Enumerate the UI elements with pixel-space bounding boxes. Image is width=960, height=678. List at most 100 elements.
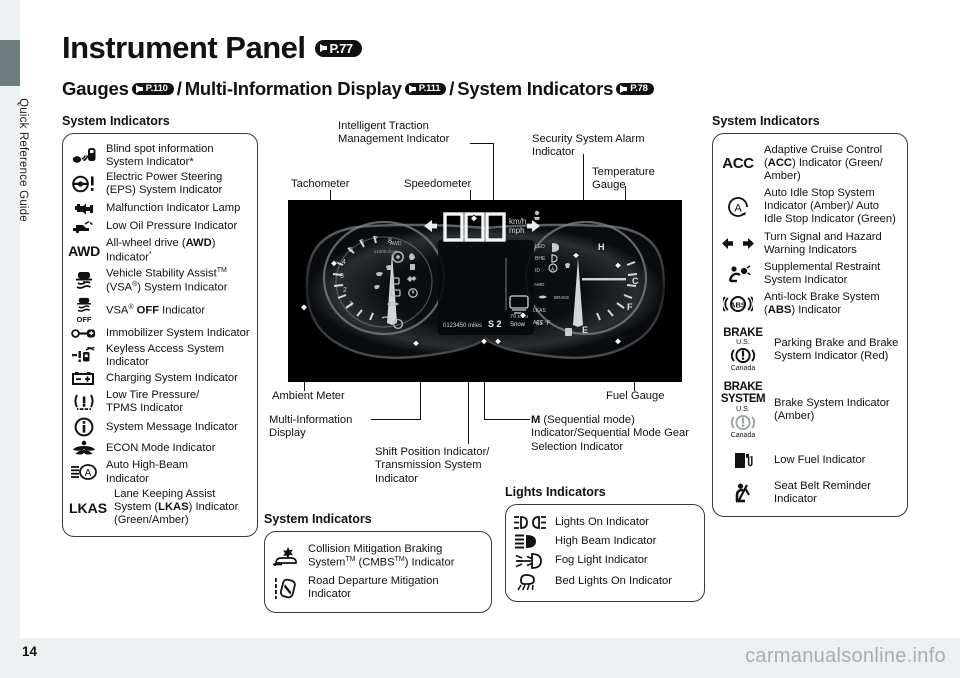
page-subtitle: Gauges P.110 / Multi-Information Display… — [62, 78, 654, 100]
indicator-label: Bed Lights On Indicator — [555, 575, 672, 588]
vsa-off-icon: OFF — [69, 297, 99, 324]
region-canada-label: Canada — [730, 431, 756, 439]
brake-system-word-label: BRAKE SYSTEM — [720, 381, 766, 405]
charging-battery-icon — [69, 371, 99, 386]
leader-line — [583, 154, 585, 201]
subtitle-sep-2: / — [449, 78, 455, 99]
bottom-system-indicators-group: System Indicators Collision Mitigation B… — [264, 512, 492, 614]
indicator-label: Parking Brake and Brake System Indicator… — [774, 336, 899, 362]
leader-line — [470, 190, 472, 201]
leader-line — [634, 382, 636, 391]
page-ref-text: P.77 — [329, 40, 354, 56]
immobilizer-key-icon — [69, 327, 99, 340]
indicator-row: Keyless Access System Indicator — [69, 343, 250, 369]
indicator-label: Blind spot information System Indicator* — [106, 142, 214, 168]
srs-airbag-icon — [719, 265, 757, 283]
callout-speedometer: Speedometer — [404, 178, 472, 190]
callout-security-alarm: Security System Alarm Indicator — [532, 133, 645, 159]
parking-brake-icon: BRAKE U.S. Canada — [719, 327, 767, 372]
region-us-label: U.S. — [736, 405, 750, 413]
brake-word-label: BRAKE — [723, 327, 763, 340]
indicator-label: Vehicle Stability AssistTM (VSA®) System … — [106, 267, 228, 294]
indicator-label: Auto Idle Stop System Indicator (Amber)/… — [764, 187, 896, 226]
low-fuel-icon — [719, 451, 767, 470]
indicator-row: Immobilizer System Indicator — [69, 327, 250, 340]
lights-on-icon — [512, 515, 548, 530]
indicator-label: Brake System Indicator (Amber) — [774, 397, 890, 423]
sequential-mode-rest: (Sequential mode) Indicator/Sequential M… — [531, 414, 689, 453]
leader-line — [304, 382, 306, 391]
callout-multi-information-display: Multi-Information Display — [269, 414, 353, 440]
leader-line — [470, 143, 494, 145]
indicator-label: Anti-lock Brake System (ABS) Indicator — [764, 290, 880, 317]
svg-text:A: A — [85, 468, 92, 479]
indicator-row: AWD All-wheel drive (AWD) Indicator* — [68, 236, 250, 265]
lights-indicators-group: Lights Indicators Lights On Indicator Hi… — [505, 485, 705, 602]
indicator-label: Charging System Indicator — [106, 372, 238, 385]
page-ref-badge-110[interactable]: P.110 — [131, 83, 174, 95]
lkas-text-icon: LKAS — [68, 499, 108, 516]
callout-temperature-gauge: Temperature Gauge — [592, 166, 655, 192]
indicator-row: BRAKE U.S. Canada Parking Brake and Brak… — [719, 327, 900, 372]
left-system-indicators-group: System Indicators Blind spot information… — [62, 114, 258, 537]
arrow-right-icon — [620, 85, 628, 93]
cluster-leader-markers — [300, 214, 622, 348]
right-group-title: System Indicators — [712, 114, 820, 128]
low-tire-pressure-icon — [69, 393, 99, 411]
seat-belt-reminder-icon — [719, 483, 767, 503]
indicator-label: High Beam Indicator — [555, 534, 657, 547]
indicator-row: A Auto Idle Stop System Indicator (Amber… — [719, 187, 900, 226]
keyless-access-icon — [69, 347, 99, 364]
svg-text:ABS: ABS — [730, 301, 746, 310]
right-indicator-box: ACC Adaptive Cruise Control (ACC) Indica… — [712, 133, 908, 517]
callout-fuel-gauge: Fuel Gauge — [606, 390, 665, 402]
callout-shift-position: Shift Position Indicator/ Transmission S… — [375, 446, 490, 485]
indicator-label: Immobilizer System Indicator — [106, 326, 250, 339]
page-ref-badge-77[interactable]: P.77 — [314, 39, 362, 57]
bed-lights-on-icon — [512, 573, 548, 591]
indicator-label: VSA® OFF Indicator — [106, 304, 206, 317]
page-number: 14 — [22, 644, 38, 659]
page-ref-badge-111[interactable]: P.111 — [404, 83, 447, 95]
indicator-row: ECON Mode Indicator — [69, 440, 250, 457]
abs-icon: ABS — [719, 294, 757, 314]
fog-light-icon — [512, 553, 548, 569]
acc-text-icon: ACC — [722, 155, 754, 173]
subtitle-gauges: Gauges — [62, 78, 129, 99]
auto-idle-stop-icon: A — [719, 195, 757, 219]
subtitle-sysind: System Indicators — [457, 78, 614, 99]
indicator-row: Vehicle Stability AssistTM (VSA®) System … — [69, 267, 250, 295]
page-ref-badge-78[interactable]: P.78 — [616, 83, 654, 95]
sequential-mode-letter: M — [531, 414, 541, 426]
indicator-row: Bed Lights On Indicator — [512, 573, 697, 591]
indicator-row: BRAKE SYSTEM U.S. Canada Brake System Ind… — [719, 381, 900, 439]
indicator-row: Road Departure Mitigation Indicator — [271, 575, 484, 601]
indicator-label: All-wheel drive (AWD) Indicator* — [106, 236, 216, 264]
indicator-row: Low Fuel Indicator — [719, 451, 900, 470]
cmbs-icon — [271, 546, 301, 567]
callout-tachometer: Tachometer — [291, 178, 350, 190]
indicator-row: Seat Belt Reminder Indicator — [719, 480, 900, 506]
left-group-title: System Indicators — [62, 114, 170, 128]
bottom-system-group-title: System Indicators — [264, 512, 372, 526]
indicator-label: System Message Indicator — [106, 420, 238, 433]
indicator-label: ECON Mode Indicator — [106, 441, 216, 454]
page-title-text: Instrument Panel — [62, 30, 306, 65]
indicator-row: Malfunction Indicator Lamp — [69, 200, 250, 217]
callout-sequential-mode: M (Sequential mode) Indicator/Sequential… — [531, 414, 699, 454]
page-ref-text: P.110 — [145, 83, 168, 95]
leader-line — [371, 419, 421, 421]
page-title: Instrument Panel P.77 — [62, 30, 362, 66]
region-canada-label: Canada — [730, 365, 756, 373]
malfunction-engine-icon — [69, 200, 99, 217]
leader-line — [330, 190, 332, 201]
leader-line — [484, 382, 486, 420]
indicator-row: A Auto High-Beam Indicator — [69, 459, 250, 485]
arrow-right-icon — [319, 44, 327, 52]
indicator-row: Low Tire Pressure/TPMS Indicator — [69, 389, 250, 415]
low-oil-pressure-icon — [69, 219, 99, 234]
indicator-row: ACC Adaptive Cruise Control (ACC) Indica… — [719, 144, 900, 183]
right-system-indicators-group: System Indicators ACC Adaptive Cruise Co… — [712, 114, 908, 517]
system-message-icon — [69, 417, 99, 437]
indicator-row: ABS Anti-lock Brake System (ABS) Indicat… — [719, 291, 900, 317]
